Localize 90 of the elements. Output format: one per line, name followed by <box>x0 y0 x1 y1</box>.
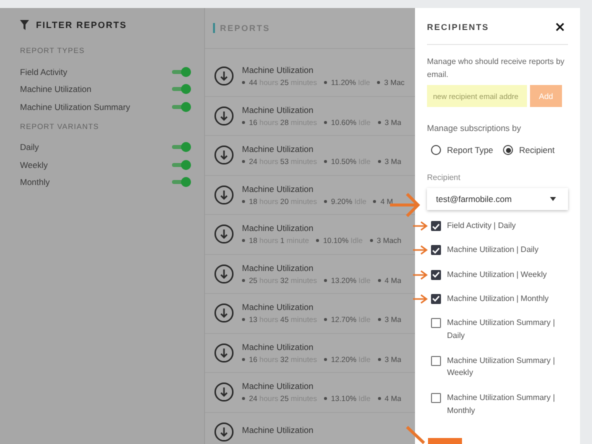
subscription-label: Machine Utilization Summary | Monthly <box>447 392 556 417</box>
checkbox[interactable] <box>431 221 441 231</box>
bullet-icon <box>242 397 245 400</box>
bullet-icon <box>324 160 327 164</box>
recipient-dropdown[interactable]: test@farmobile.com <box>427 188 568 210</box>
toggle-switch[interactable] <box>172 70 189 74</box>
bullet-icon <box>324 358 327 361</box>
checkbox[interactable] <box>431 393 441 404</box>
bullet-icon <box>324 397 327 400</box>
close-icon[interactable] <box>556 23 564 31</box>
annotation-arrow <box>413 270 428 280</box>
checkbox[interactable] <box>431 318 441 328</box>
report-title[interactable]: Machine Utilization <box>242 65 404 76</box>
bullet-icon <box>377 81 380 84</box>
annotation-arrow <box>413 221 428 231</box>
download-icon[interactable] <box>214 66 234 86</box>
filter-label: Weekly <box>20 160 48 170</box>
bullet-icon <box>324 278 327 282</box>
report-title[interactable]: Machine Utilization <box>242 184 393 194</box>
radio-label: Report Type <box>447 145 494 155</box>
download-icon[interactable] <box>214 422 234 442</box>
bullet-icon <box>373 200 376 203</box>
bullet-icon <box>242 358 245 361</box>
toggle-switch[interactable] <box>172 145 189 150</box>
recipient-label: Recipient <box>427 173 462 182</box>
bullet-icon <box>242 278 245 282</box>
bullet-icon <box>324 120 327 124</box>
description-text: Manage who should receive reports by email. <box>427 56 566 81</box>
report-title[interactable]: Machine Utilization <box>242 104 402 115</box>
bullet-icon <box>324 200 327 203</box>
report-title[interactable]: Machine Utilization <box>242 223 402 234</box>
bullet-icon <box>378 318 381 322</box>
toggle-switch[interactable] <box>172 162 189 167</box>
download-icon[interactable] <box>214 382 234 402</box>
toggle-switch[interactable] <box>172 104 189 109</box>
checkbox[interactable] <box>431 294 441 304</box>
filter-label: Machine Utilization Summary <box>20 102 130 112</box>
download-icon[interactable] <box>214 342 234 363</box>
drawer-title: RECIPIENTS <box>427 22 490 32</box>
radio-label: Recipient <box>519 145 555 155</box>
download-icon[interactable] <box>214 184 234 205</box>
subscription-label: Machine Utilization | Monthly <box>447 292 550 305</box>
radio-button[interactable] <box>431 145 441 155</box>
download-icon[interactable] <box>214 303 234 324</box>
toggle-switch[interactable] <box>172 87 189 92</box>
filter-icon <box>20 20 29 30</box>
panel-title: FILTER REPORTS <box>36 20 127 30</box>
report-title[interactable]: Machine Utilization <box>242 342 402 352</box>
bullet-icon <box>378 120 381 124</box>
bullet-icon <box>242 120 245 124</box>
bullet-icon <box>324 81 327 84</box>
subscription-label: Machine Utilization | Daily <box>447 244 540 256</box>
bullet-icon <box>316 239 320 242</box>
report-title[interactable]: Machine Utilization <box>242 302 402 312</box>
filter-label: Monthly <box>20 177 50 188</box>
bullet-icon <box>242 200 245 203</box>
bullet-icon <box>378 160 381 164</box>
toggle-switch[interactable] <box>172 180 189 184</box>
bullet-icon <box>242 160 245 164</box>
checkbox[interactable] <box>431 356 441 366</box>
filter-label: Machine Utilization <box>20 84 92 94</box>
report-title[interactable]: Machine Utilization <box>242 425 314 436</box>
subscription-label: Machine Utilization Summary | Daily <box>447 317 556 342</box>
report-title[interactable]: Machine Utilization <box>242 262 402 273</box>
subscription-label: Machine Utilization Summary | Weekly <box>447 354 556 380</box>
subscriptions-label: Manage subscriptions by <box>427 123 522 133</box>
bullet-icon <box>242 239 245 242</box>
subscription-label: Machine Utilization | Weekly <box>447 268 548 281</box>
filter-label: Field Activity <box>20 66 68 77</box>
checkbox[interactable] <box>431 270 441 280</box>
download-icon[interactable] <box>214 106 234 126</box>
bullet-icon <box>242 318 245 322</box>
checkbox[interactable] <box>431 245 441 256</box>
bullet-icon <box>370 239 373 242</box>
annotation-arrow <box>413 245 428 256</box>
bullet-icon <box>378 358 381 361</box>
download-icon[interactable] <box>214 224 234 244</box>
radio-button[interactable] <box>503 145 514 155</box>
filter-label: Daily <box>20 142 39 152</box>
report-title[interactable]: Machine Utilization <box>242 144 402 154</box>
download-icon[interactable] <box>214 145 234 166</box>
report-title[interactable]: Machine Utilization <box>242 381 402 392</box>
download-icon[interactable] <box>214 264 234 284</box>
subscription-label: Field Activity | Daily <box>447 220 517 232</box>
bullet-icon <box>324 318 327 322</box>
bullet-icon <box>242 81 245 84</box>
bullet-icon <box>378 397 381 400</box>
bullet-icon <box>378 278 381 282</box>
annotation-arrow <box>413 294 428 304</box>
caret-icon <box>550 197 556 201</box>
